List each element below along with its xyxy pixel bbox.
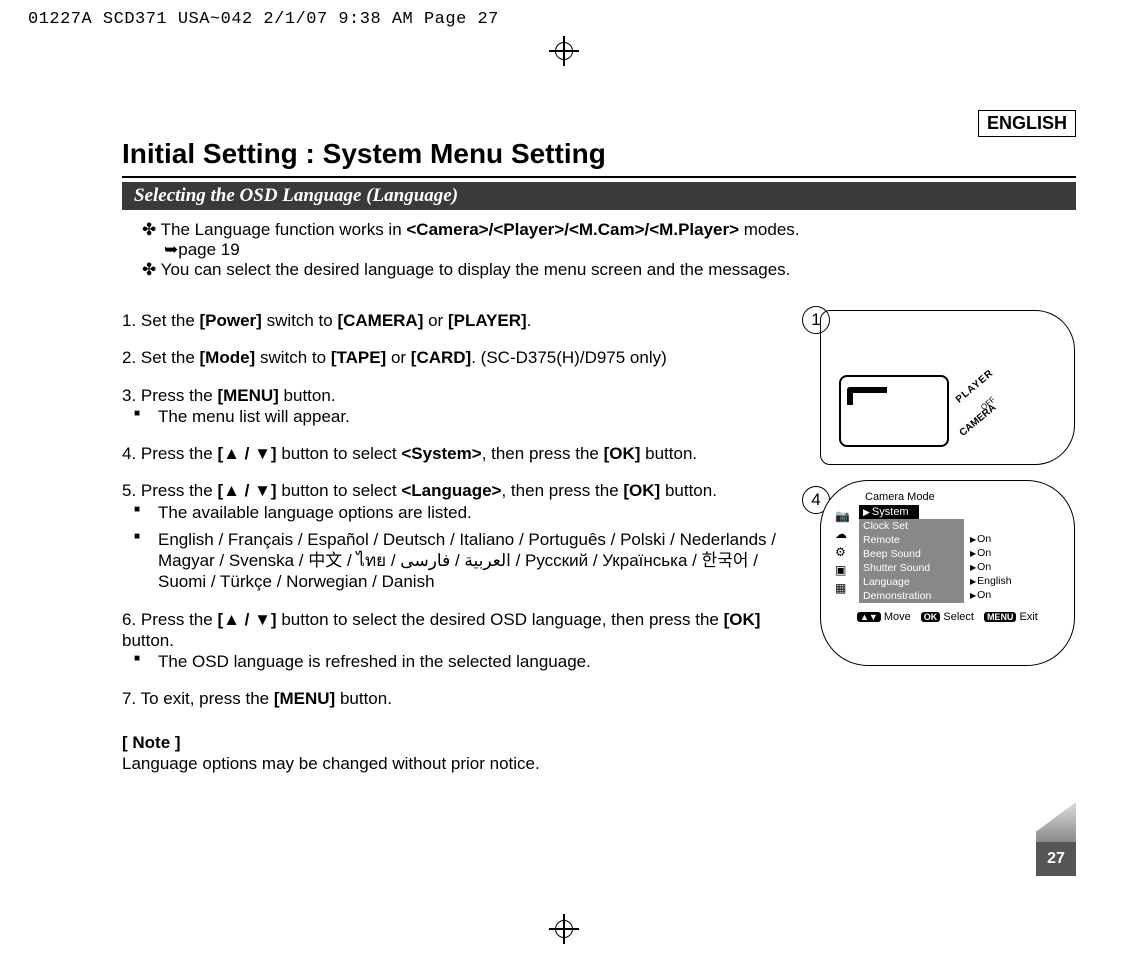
menu-subtitle-system: System	[859, 505, 919, 519]
menu-pill: MENU	[984, 612, 1017, 622]
steps-column: 1. Set the [Power] switch to [CAMERA] or…	[122, 310, 806, 774]
intro-line1-suffix: modes.	[739, 220, 799, 239]
menu-title: Camera Mode	[859, 491, 1060, 503]
page-number-tab: 27	[1036, 842, 1076, 876]
switch-camera-label: CAMERA	[958, 402, 999, 439]
page-content: ENGLISH Initial Setting : System Menu Se…	[122, 110, 1076, 876]
step-6-sub: The OSD language is refreshed in the sel…	[158, 651, 794, 672]
figure-1: 1 PLAYER OFF CAMERA	[806, 310, 1075, 465]
crop-mark-bottom	[549, 914, 579, 944]
section-heading: Selecting the OSD Language (Language)	[122, 182, 1076, 210]
step-5: 5. Press the [▲ / ▼] button to select <L…	[122, 480, 794, 592]
note-block: [ Note ] Language options may be changed…	[122, 732, 794, 775]
intro-line2: ✤ You can select the desired language to…	[142, 260, 1076, 280]
note-heading: [ Note ]	[122, 732, 794, 753]
display-icon: ▦	[835, 581, 850, 595]
menu-rows: Clock Set RemoteOn Beep SoundOn Shutter …	[859, 519, 1060, 603]
settings-icon: ⚙	[835, 545, 850, 559]
menu-row-shutter-sound: Shutter SoundOn	[859, 561, 1060, 575]
intro-page-ref: ➥page 19	[142, 240, 1076, 260]
illustration-column: 1 PLAYER OFF CAMERA 4 📷 ☁ ⚙ ▣	[806, 310, 1076, 774]
step-4: 4. Press the [▲ / ▼] button to select <S…	[122, 443, 794, 464]
print-job-header: 01227A SCD371 USA~042 2/1/07 9:38 AM Pag…	[28, 10, 499, 29]
language-badge: ENGLISH	[978, 110, 1076, 137]
menu-row-remote: RemoteOn	[859, 533, 1060, 547]
intro-line1-prefix: ✤ The Language function works in	[142, 220, 406, 239]
step-1: 1. Set the [Power] switch to [CAMERA] or…	[122, 310, 794, 331]
cloud-icon: ☁	[835, 527, 850, 541]
figure-4: 4 📷 ☁ ⚙ ▣ ▦ Camera Mode System Clock Set	[806, 480, 1075, 666]
record-icon: ▣	[835, 563, 850, 577]
step-2: 2. Set the [Mode] switch to [TAPE] or [C…	[122, 347, 794, 368]
menu-row-beep-sound: Beep SoundOn	[859, 547, 1060, 561]
hint-select: Select	[943, 611, 974, 623]
title-rule	[122, 176, 1076, 178]
step-3-sub: The menu list will appear.	[158, 406, 794, 427]
hint-exit: Exit	[1020, 611, 1038, 623]
step-5-sub1: The available language options are liste…	[158, 502, 794, 523]
intro-line1-bold: <Camera>/<Player>/<M.Cam>/<M.Player>	[406, 220, 739, 239]
camera-icon: 📷	[835, 509, 850, 523]
menu-category-icons: 📷 ☁ ⚙ ▣ ▦	[835, 509, 850, 595]
step-3: 3. Press the [MENU] button. The menu lis…	[122, 385, 794, 428]
step-6: 6. Press the [▲ / ▼] button to select th…	[122, 609, 794, 673]
menu-row-demonstration: DemonstrationOn	[859, 589, 1060, 603]
step-5-sub2-languages: English / Français / Español / Deutsch /…	[158, 529, 794, 593]
menu-row-language: LanguageEnglish	[859, 575, 1060, 589]
crop-mark-top	[549, 36, 579, 66]
ok-pill: OK	[921, 612, 941, 622]
move-icon: ▲▼	[857, 612, 881, 622]
menu-row-clock-set: Clock Set	[859, 519, 1060, 533]
hint-move: Move	[884, 611, 911, 623]
intro-block: ✤ The Language function works in <Camera…	[122, 220, 1076, 280]
note-body: Language options may be changed without …	[122, 753, 794, 774]
page-title: Initial Setting : System Menu Setting	[122, 138, 1076, 170]
menu-hint-row: ▲▼ Move OK Select MENU Exit	[857, 611, 1060, 623]
step-7: 7. To exit, press the [MENU] button.	[122, 688, 794, 709]
